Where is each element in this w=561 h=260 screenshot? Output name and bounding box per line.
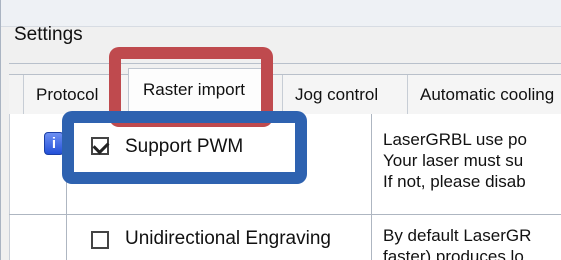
dialog-divider: [9, 63, 561, 64]
info-icon[interactable]: i: [44, 132, 64, 155]
tab-strip: Protocol Jog control Automatic cooling R…: [9, 68, 561, 118]
description-line: LaserGRBL use po: [383, 130, 527, 149]
description-line: faster) produces lo: [383, 247, 524, 260]
support-pwm-highlight: [62, 111, 307, 184]
settings-window: Settings Protocol Jog control Automatic …: [0, 0, 561, 260]
unidirectional-engraving-label[interactable]: Unidirectional Engraving: [125, 227, 331, 251]
unidirectional-engraving-description: By default LaserGR faster) produces lo: [383, 225, 561, 260]
description-line: If not, please disab: [383, 172, 526, 191]
tab-jog-control[interactable]: Jog control: [282, 75, 415, 114]
unidirectional-engraving-checkbox[interactable]: [91, 231, 109, 249]
description-line: Your laser must su: [383, 151, 524, 170]
tab-automatic-cooling[interactable]: Automatic cooling: [407, 75, 561, 114]
grid-column-divider: [371, 114, 372, 260]
description-line: By default LaserGR: [383, 226, 532, 245]
grid-row-divider: [9, 214, 561, 215]
window-title: Settings: [14, 24, 83, 45]
support-pwm-description: LaserGRBL use po Your laser must su If n…: [383, 129, 561, 213]
title-bar: [1, 0, 561, 27]
